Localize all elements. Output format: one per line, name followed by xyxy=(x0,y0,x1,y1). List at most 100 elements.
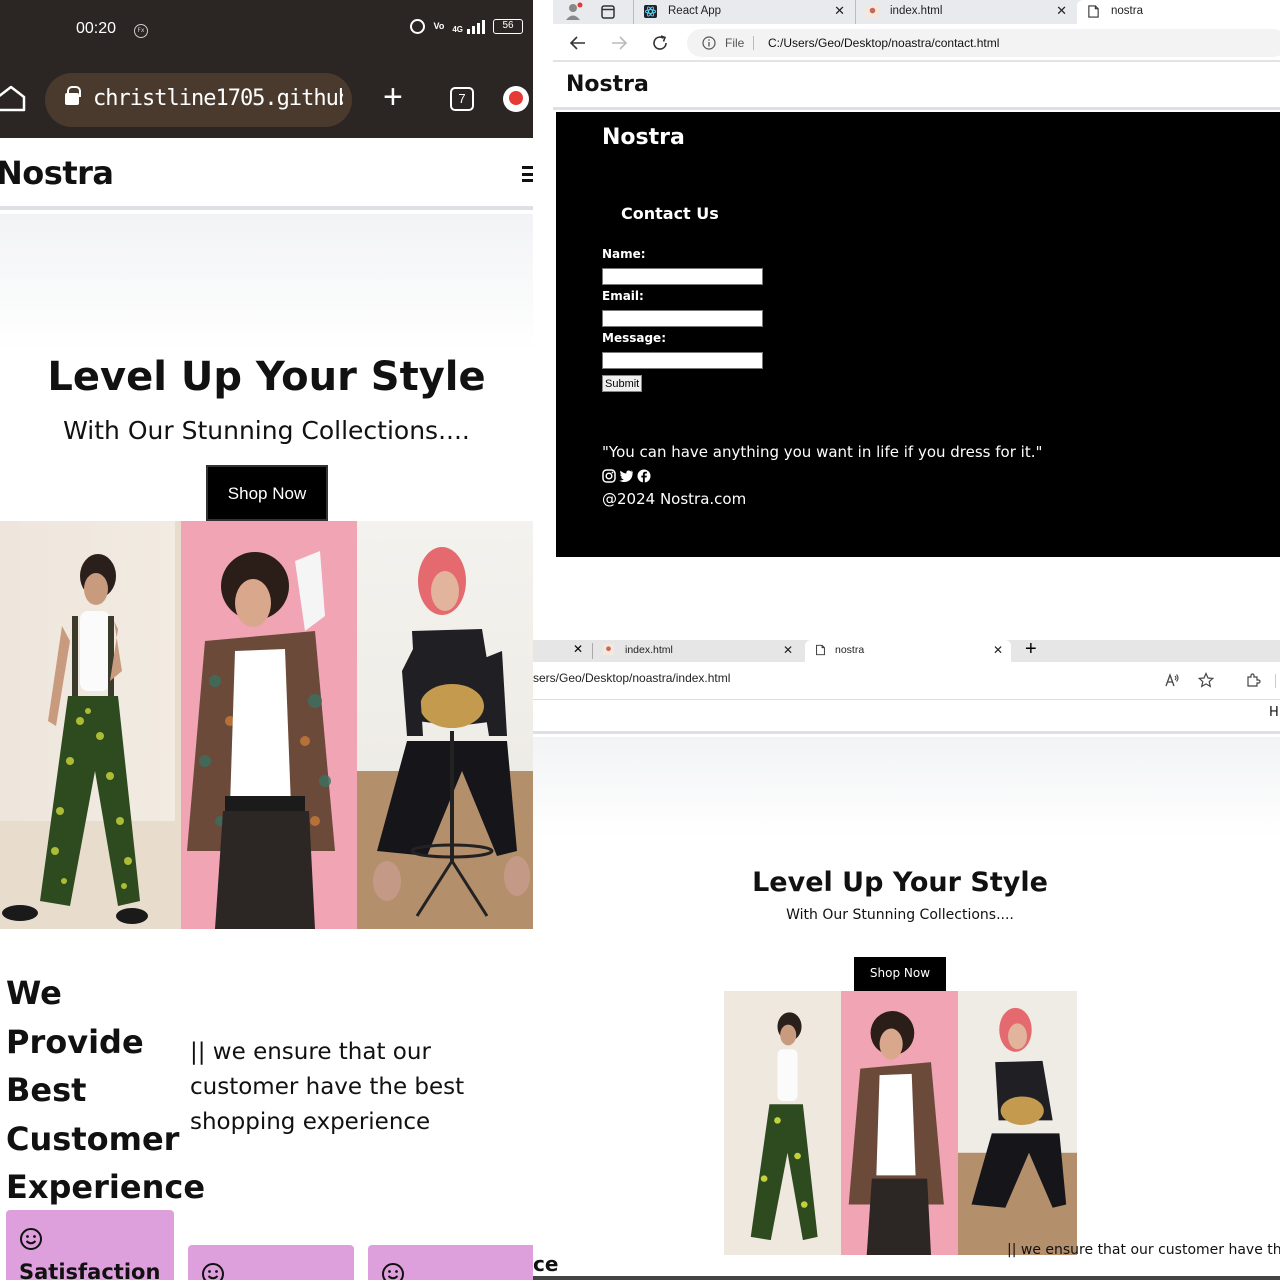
document-icon xyxy=(1088,5,1099,18)
back-icon[interactable] xyxy=(569,35,587,51)
shop-now-button[interactable]: Shop Now xyxy=(206,465,328,521)
volte-icon: Vo xyxy=(433,21,445,31)
tab-index-html[interactable]: index.html ✕ xyxy=(855,0,1075,24)
lock-icon xyxy=(65,86,81,105)
about-text: || we ensure that our customer have the … xyxy=(190,1039,465,1135)
model-photo-3 xyxy=(357,521,533,929)
tab-strip: React App ✕ index.html ✕ nostra xyxy=(553,0,1280,24)
feature-card xyxy=(188,1245,354,1280)
url-text[interactable]: sers/Geo/Desktop/noastra/index.html xyxy=(533,671,730,685)
tab-index-html[interactable]: index.html ✕ xyxy=(595,640,801,662)
hero-subtitle: With Our Stunning Collections.... xyxy=(63,416,470,445)
alarm-icon xyxy=(410,19,426,34)
name-label: Name: xyxy=(602,247,646,261)
hero-section: Level Up Your Style With Our Stunning Co… xyxy=(533,737,1280,937)
model-photo-2 xyxy=(175,521,357,929)
phone-status-bar: 00:20 Fx Vo 4G 56 xyxy=(0,0,533,62)
site-logo[interactable]: Nostra xyxy=(566,72,649,97)
model-photo-3 xyxy=(958,991,1077,1255)
url-field[interactable]: christline1705.github.io/Cl xyxy=(45,73,352,127)
heading-line: Provide xyxy=(6,1022,144,1061)
url-divider xyxy=(753,36,754,50)
close-tab-icon[interactable]: ✕ xyxy=(573,642,583,656)
tab-strip: ✕ index.html ✕ nostra ✕ + xyxy=(533,640,1280,662)
screenshot-collage: 00:20 Fx Vo 4G 56 christline1705.github.… xyxy=(0,0,1280,1280)
smile-icon xyxy=(20,1228,42,1250)
model-photo-1 xyxy=(0,521,175,929)
about-heading-partial: ce xyxy=(533,1252,559,1276)
mobile-browser-panel: 00:20 Fx Vo 4G 56 christline1705.github.… xyxy=(0,0,533,1280)
favorite-star-icon[interactable] xyxy=(1198,672,1214,688)
name-field[interactable] xyxy=(602,268,763,285)
close-tab-icon[interactable]: ✕ xyxy=(993,640,1003,660)
model-photo-1 xyxy=(724,991,841,1255)
nav-link-partial[interactable]: H xyxy=(1269,705,1279,720)
new-tab-icon[interactable]: + xyxy=(1025,640,1037,661)
close-tab-icon[interactable]: ✕ xyxy=(834,0,845,22)
email-field[interactable] xyxy=(602,310,763,327)
model-photo-2 xyxy=(841,991,958,1255)
fx-icon: Fx xyxy=(134,24,148,38)
submit-button[interactable]: Submit xyxy=(602,375,643,392)
extensions-icon[interactable] xyxy=(1245,672,1261,688)
twitter-icon[interactable] xyxy=(619,469,634,483)
email-label: Email: xyxy=(602,289,644,303)
tab-label: index.html xyxy=(890,5,943,17)
hero-subtitle: With Our Stunning Collections.... xyxy=(786,907,1014,923)
close-tab-icon[interactable]: ✕ xyxy=(783,640,793,660)
status-time: 00:20 xyxy=(76,20,117,37)
reload-icon[interactable] xyxy=(651,34,669,52)
tab-nostra[interactable]: nostra xyxy=(1077,0,1280,24)
message-field[interactable] xyxy=(602,352,763,369)
site-navbar: Nostra xyxy=(553,62,1280,110)
tab-divider xyxy=(592,643,593,659)
heading-line: We xyxy=(6,974,62,1012)
hero-photo-strip xyxy=(0,521,533,929)
tab-nostra[interactable]: nostra ✕ xyxy=(805,640,1011,662)
url-text: C:/Users/Geo/Desktop/noastra/contact.htm… xyxy=(768,36,1000,50)
mobile-address-bar: christline1705.github.io/Cl + 7 xyxy=(0,62,533,138)
new-tab-icon[interactable]: + xyxy=(383,77,403,117)
hamburger-menu-icon[interactable] xyxy=(522,166,533,182)
read-aloud-icon[interactable] xyxy=(1164,672,1180,688)
social-links xyxy=(602,469,651,483)
browser-toolbar: sers/Geo/Desktop/noastra/index.html xyxy=(533,662,1280,700)
tab-label: nostra xyxy=(835,644,865,656)
network-type: 4G xyxy=(452,24,463,34)
toolbar-divider xyxy=(1275,674,1276,688)
heading-line: Best xyxy=(6,1071,87,1109)
card-label: Satisfaction xyxy=(19,1260,161,1280)
about-section: We Provide Best Customer Experience || w… xyxy=(0,929,533,1280)
update-icon[interactable] xyxy=(503,86,529,112)
site-navbar: Nostra xyxy=(0,138,533,210)
smile-icon xyxy=(382,1263,404,1280)
contact-title: Contact Us xyxy=(621,204,719,223)
site-logo[interactable]: Nostra xyxy=(0,154,114,192)
tab-count-button[interactable]: 7 xyxy=(450,87,474,111)
taskbar-edge xyxy=(533,1276,1280,1280)
heading-line: Experience xyxy=(6,1168,206,1206)
status-icons: Vo 4G 56 xyxy=(410,19,523,34)
hero-section: Level Up Your Style With Our Stunning Co… xyxy=(0,214,533,521)
shop-now-button[interactable]: Shop Now xyxy=(854,957,946,991)
close-tab-icon[interactable]: ✕ xyxy=(1056,0,1067,22)
address-bar[interactable]: File C:/Users/Geo/Desktop/noastra/contac… xyxy=(687,29,1280,57)
copyright: @2024 Nostra.com xyxy=(602,490,747,508)
tab-actions-icon[interactable] xyxy=(601,5,615,19)
feature-card-satisfaction: Satisfaction xyxy=(6,1210,174,1280)
index-page: H Level Up Your Style With Our Stunning … xyxy=(533,700,1280,1280)
home-icon[interactable] xyxy=(0,84,26,112)
forward-icon[interactable] xyxy=(610,35,628,51)
url-scheme: File xyxy=(725,36,745,50)
tab-react-app[interactable]: React App ✕ xyxy=(633,0,853,24)
info-icon[interactable] xyxy=(702,36,716,50)
contact-footer: Nostra Contact Us Name: Email: Message: … xyxy=(556,112,1280,557)
profile-icon[interactable] xyxy=(565,2,583,22)
page-favicon-icon xyxy=(603,644,614,655)
about-text: || we ensure that our customer have th xyxy=(1007,1242,1280,1258)
message-label: Message: xyxy=(602,331,666,345)
facebook-icon[interactable] xyxy=(637,469,651,483)
page-favicon-icon xyxy=(866,5,879,18)
instagram-icon[interactable] xyxy=(602,469,616,483)
footer-logo: Nostra xyxy=(602,125,685,150)
